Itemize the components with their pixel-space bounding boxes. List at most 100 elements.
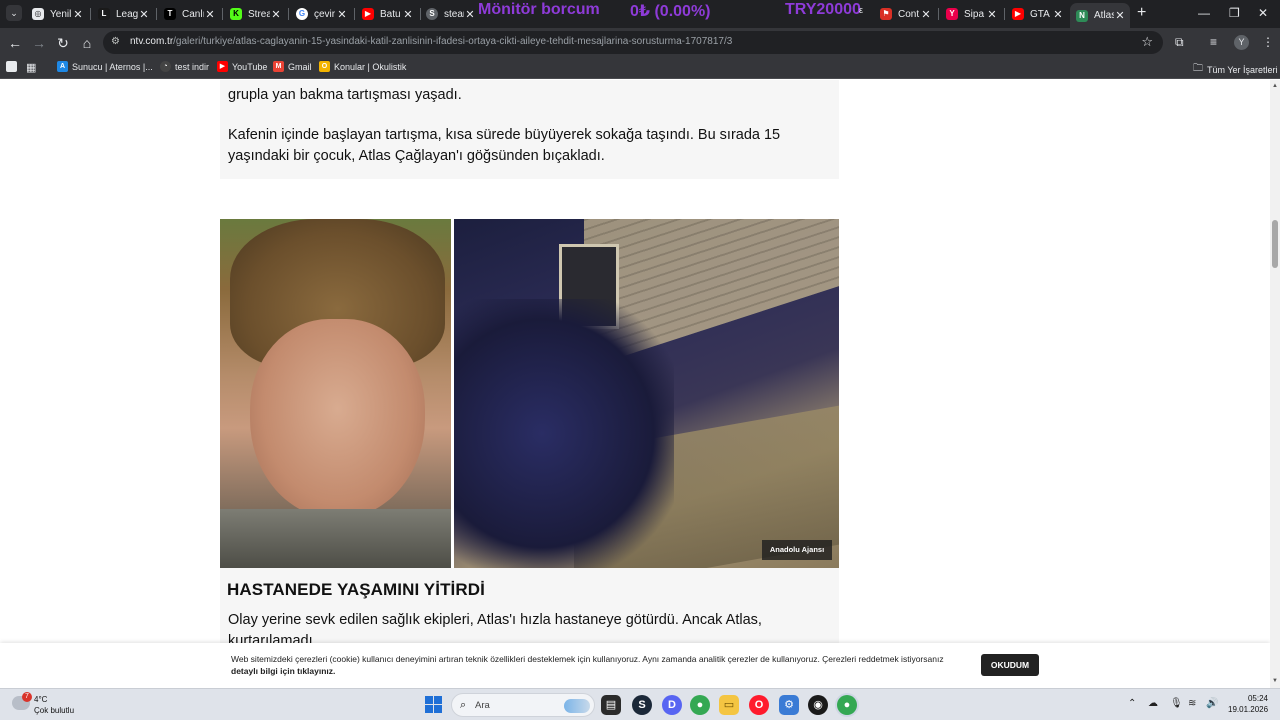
bookmark-gmail[interactable]: M Gmail (273, 61, 312, 72)
chrome-active-icon[interactable]: ● (837, 695, 857, 715)
tab-title: Canlı (182, 8, 204, 20)
steam-taskbar-icon[interactable]: S (632, 695, 652, 715)
ticker-amount: 0₺ (0.00%) (630, 3, 711, 20)
tab-cevir[interactable]: G çevir ✕ (290, 3, 352, 25)
weather-widget[interactable]: 7 4°C Çok bulutlu (10, 692, 90, 718)
discord-icon[interactable]: D (662, 695, 682, 715)
section-heading: HASTANEDE YAŞAMINI YİTİRDİ (227, 580, 485, 599)
apps-icon[interactable] (6, 61, 21, 72)
grid-glyph-icon: ▦ (26, 62, 37, 74)
back-arrow-icon[interactable]: ← (6, 34, 24, 52)
bookmark-label: Gmail (288, 61, 312, 72)
scroll-thumb[interactable] (1272, 220, 1278, 268)
tab-atlas-active[interactable]: N Atlas ✕ (1070, 3, 1130, 28)
close-icon[interactable]: ✕ (464, 8, 476, 21)
tray-chevron-icon[interactable]: ⌃ (1128, 698, 1136, 709)
tab-search-button[interactable]: ⌄ (6, 5, 22, 21)
page-content: grupla yan bakma tartışması yaşadı. Kafe… (0, 80, 1270, 688)
clock-time[interactable]: 05:24 (1228, 694, 1268, 703)
wifi-icon[interactable]: ≋ (1188, 698, 1196, 709)
close-icon[interactable]: ✕ (204, 8, 216, 21)
tab-sipa[interactable]: Y Sipa ✕ (940, 3, 1002, 25)
bookmark-label: Konular | Okulistik (334, 61, 407, 72)
extensions-icon[interactable]: ⧉ (1175, 35, 1184, 50)
windows-start-icon[interactable] (425, 696, 442, 713)
weather-badge: 7 (22, 692, 32, 702)
folder-icon: 🗀 (1193, 63, 1203, 74)
grid-icon[interactable]: ▦ (26, 61, 36, 74)
tab-steam[interactable]: S stear ✕ (420, 3, 480, 25)
tab-title: Leag (116, 8, 138, 20)
tab-yenil[interactable]: ◎ Yenil ✕ (26, 3, 88, 25)
site-info-icon[interactable]: ⚙ (111, 36, 123, 48)
chrome-icon[interactable]: ● (690, 695, 710, 715)
cookie-text: Web sitemizdeki çerezleri (cookie) kulla… (231, 653, 971, 677)
volume-icon[interactable]: 🔊 (1206, 698, 1218, 709)
microphone-icon[interactable]: 🎙 (1170, 698, 1183, 709)
tab-cont[interactable]: ⚑ Cont ✕ (874, 3, 936, 25)
task-view-icon[interactable]: ▤ (601, 695, 621, 715)
page-scrollbar[interactable]: ▲ ▼ (1270, 80, 1280, 688)
tab-gta[interactable]: ▶ GTA ✕ (1006, 3, 1068, 25)
bookmark-label: Sunucu | Aternos |... (72, 61, 153, 72)
settings-gear-icon[interactable]: ⚙ (779, 695, 799, 715)
scroll-up-icon[interactable]: ▲ (1272, 83, 1278, 89)
close-icon[interactable]: ✕ (72, 8, 84, 21)
opera-icon[interactable]: O (749, 695, 769, 715)
app-icon[interactable]: ◉ (808, 695, 828, 715)
forward-arrow-icon[interactable]: → (30, 34, 48, 52)
cookie-details-link[interactable]: detaylı bilgi için tıklayınız. (231, 666, 335, 676)
close-icon[interactable]: ✕ (1052, 8, 1064, 21)
cookie-accept-button[interactable]: OKUDUM (981, 654, 1039, 676)
okulistik-icon: O (319, 61, 330, 72)
reload-icon[interactable]: ↻ (54, 34, 72, 52)
close-icon[interactable]: ✕ (920, 8, 932, 21)
close-icon[interactable]: ✕ (336, 8, 348, 21)
minimize-icon[interactable]: — (1198, 6, 1210, 20)
tab-canli[interactable]: T Canlı ✕ (158, 3, 220, 25)
restore-icon[interactable]: ❐ (1229, 6, 1240, 20)
close-icon[interactable]: ✕ (986, 8, 998, 21)
bookmark-youtube[interactable]: ▶ YouTube (217, 61, 267, 72)
tv-icon: T (164, 8, 176, 20)
speedtest-icon: ◔ (160, 61, 171, 72)
tab-batu[interactable]: ▶ Batu ✕ (356, 3, 418, 25)
address-bar[interactable]: ⚙ ntv.com.tr/galeri/turkiye/atlas-caglay… (103, 31, 1163, 54)
weather-desc: Çok bulutlu (34, 706, 75, 715)
gallery-photo[interactable]: Anadolu Ajansı (220, 219, 839, 568)
article-paragraph: Kafenin içinde başlayan tartışma, kısa s… (228, 127, 781, 164)
new-tab-plus-icon[interactable]: + (1137, 5, 1146, 21)
close-icon[interactable]: ✕ (270, 8, 282, 21)
youtube-icon: ▶ (217, 61, 228, 72)
bookmark-aternos[interactable]: A Sunucu | Aternos |... (57, 61, 153, 72)
menu-kebab-icon[interactable]: ⋮ (1262, 35, 1274, 49)
home-icon[interactable]: ⌂ (78, 34, 96, 52)
window-close-icon[interactable]: ✕ (1258, 6, 1268, 20)
yemeksepeti-icon: Y (946, 8, 958, 20)
ticker-overlay: Mönitör borcum 0₺ (0.00%) TRY20000 ε (477, 0, 864, 22)
scroll-down-icon[interactable]: ▼ (1272, 678, 1278, 684)
article-text-block: grupla yan bakma tartışması yaşadı. Kafe… (220, 80, 839, 179)
ticker-suffix: ε (859, 5, 864, 15)
all-bookmarks-button[interactable]: 🗀 Tüm Yer İşaretleri (1193, 61, 1278, 78)
cookie-banner: Web sitemizdeki çerezleri (cookie) kulla… (0, 643, 1270, 688)
tab-title: Cont (898, 8, 920, 20)
bookmark-test-indir[interactable]: ◔ test indir (160, 61, 209, 72)
clock-date[interactable]: 19.01.2026 (1228, 705, 1268, 714)
tab-stream[interactable]: K Strea ✕ (224, 3, 286, 25)
aternos-icon: A (57, 61, 68, 72)
reading-list-icon[interactable]: ≡ (1210, 35, 1217, 49)
onedrive-icon[interactable]: ☁ (1148, 698, 1158, 709)
url-text[interactable]: ntv.com.tr/galeri/turkiye/atlas-caglayan… (130, 36, 732, 47)
taskbar-search[interactable]: ⌕ Ara (451, 693, 595, 717)
cookie-message: Web sitemizdeki çerezleri (cookie) kulla… (231, 654, 944, 664)
bookmark-okulistik[interactable]: O Konular | Okulistik (319, 61, 406, 72)
tab-league[interactable]: L Leag ✕ (92, 3, 154, 25)
close-icon[interactable]: ✕ (138, 8, 150, 21)
close-icon[interactable]: ✕ (1114, 9, 1126, 22)
close-icon[interactable]: ✕ (402, 8, 414, 21)
profile-avatar[interactable]: Y (1234, 35, 1249, 50)
file-explorer-icon[interactable]: ▭ (719, 695, 739, 715)
bookmark-star-icon[interactable]: ☆ (1141, 34, 1153, 50)
tab-strip: ⌄ ◎ Yenil ✕ L Leag ✕ T Canlı ✕ K Strea ✕… (0, 0, 1280, 28)
